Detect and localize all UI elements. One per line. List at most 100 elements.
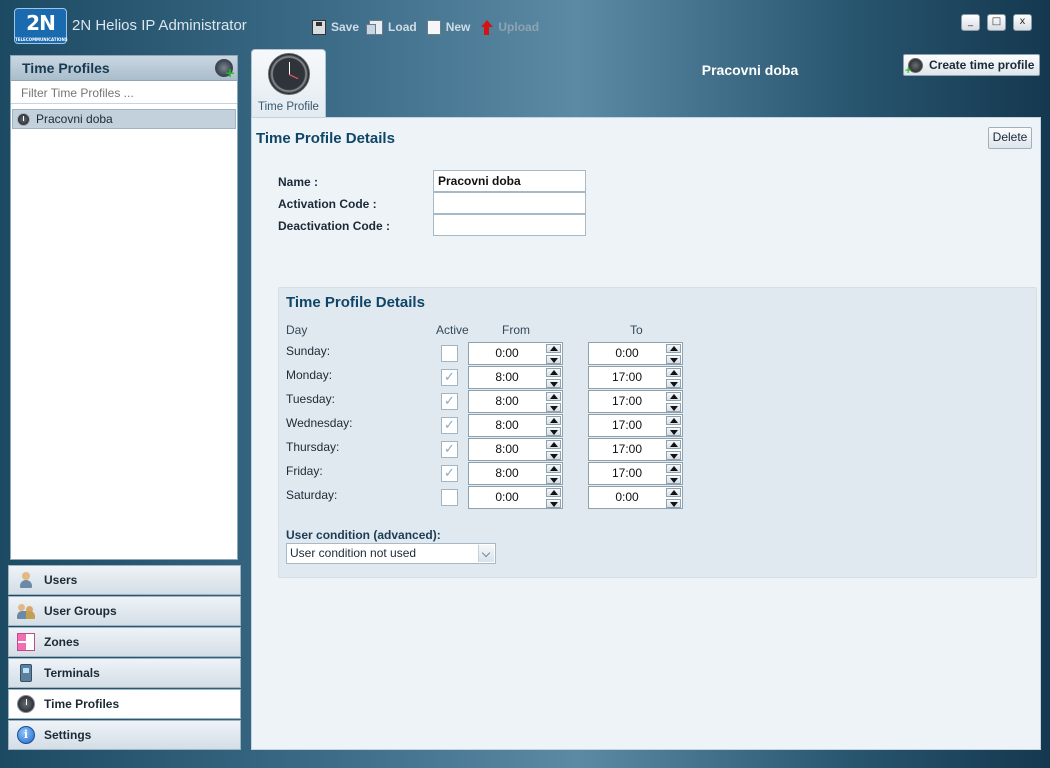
- activation-code-field[interactable]: [433, 192, 586, 214]
- spin-down-icon[interactable]: [666, 379, 681, 388]
- to-time-value: 17:00: [611, 466, 643, 480]
- nav-time-profiles[interactable]: Time Profiles: [8, 689, 241, 719]
- active-checkbox[interactable]: ✓: [441, 441, 458, 458]
- spin-up-icon[interactable]: [666, 368, 681, 377]
- from-time-input[interactable]: 0:00: [468, 342, 563, 365]
- spin-up-icon[interactable]: [546, 368, 561, 377]
- nav-users[interactable]: Users: [8, 565, 241, 595]
- clock-icon: [268, 53, 310, 95]
- spin-down-icon[interactable]: [666, 403, 681, 412]
- save-button[interactable]: Save: [312, 17, 359, 37]
- checkmark-icon: ✓: [444, 394, 455, 409]
- nav-terminals[interactable]: Terminals: [8, 658, 241, 688]
- active-checkbox[interactable]: ✓: [441, 369, 458, 386]
- spin-up-icon[interactable]: [546, 392, 561, 401]
- spin-down-icon[interactable]: [546, 499, 561, 508]
- spin-up-icon[interactable]: [666, 344, 681, 353]
- new-button[interactable]: New: [426, 17, 471, 37]
- spin-up-icon[interactable]: [546, 488, 561, 497]
- day-label: Sunday:: [286, 344, 331, 358]
- deactivation-code-field[interactable]: [433, 214, 586, 236]
- window-controls: _ □ x: [961, 14, 1032, 31]
- minimize-button[interactable]: _: [961, 14, 980, 31]
- from-time-input[interactable]: 8:00: [468, 366, 563, 389]
- to-time-value: 17:00: [611, 418, 643, 432]
- panel-title: Time Profiles: [22, 60, 110, 76]
- new-label: New: [445, 20, 471, 34]
- spin-down-icon[interactable]: [666, 499, 681, 508]
- spin-up-icon[interactable]: [546, 464, 561, 473]
- nav-zones[interactable]: Zones: [8, 627, 241, 657]
- delete-button[interactable]: Delete: [988, 127, 1032, 149]
- terminal-icon: [20, 664, 32, 682]
- spin-down-icon[interactable]: [546, 427, 561, 436]
- tab-label: Time Profile: [258, 101, 319, 113]
- day-label: Tuesday:: [286, 392, 335, 406]
- load-label: Load: [388, 20, 417, 34]
- checkmark-icon: ✓: [444, 466, 455, 481]
- user-group-icon: [17, 602, 35, 620]
- from-time-input[interactable]: 8:00: [468, 438, 563, 461]
- spin-down-icon[interactable]: [546, 379, 561, 388]
- spin-down-icon[interactable]: [666, 475, 681, 484]
- load-button[interactable]: Load: [366, 17, 417, 37]
- spin-down-icon[interactable]: [666, 451, 681, 460]
- to-time-value: 17:00: [611, 370, 643, 384]
- spin-up-icon[interactable]: [546, 440, 561, 449]
- checkmark-icon: ✓: [444, 418, 455, 433]
- active-column-header: Active: [436, 323, 469, 337]
- spin-down-icon[interactable]: [546, 475, 561, 484]
- activation-code-label: Activation Code :: [278, 197, 377, 211]
- from-time-input[interactable]: 8:00: [468, 390, 563, 413]
- spin-down-icon[interactable]: [546, 451, 561, 460]
- from-time-value: 8:00: [495, 370, 519, 384]
- logo-text: 2N: [26, 11, 56, 35]
- from-time-input[interactable]: 8:00: [468, 462, 563, 485]
- filter-input[interactable]: [11, 82, 237, 104]
- app-title: 2N Helios IP Administrator: [72, 17, 247, 34]
- spin-up-icon[interactable]: [666, 440, 681, 449]
- create-time-profile-button[interactable]: Create time profile: [903, 54, 1040, 77]
- checkmark-icon: ✓: [444, 442, 455, 457]
- spin-up-icon[interactable]: [666, 488, 681, 497]
- name-value: Pracovni doba: [438, 174, 521, 188]
- from-time-input[interactable]: 0:00: [468, 486, 563, 509]
- tab-time-profile[interactable]: Time Profile: [251, 49, 326, 117]
- active-checkbox[interactable]: ✓: [441, 393, 458, 410]
- list-item-label: Pracovni doba: [36, 112, 113, 126]
- deactivation-code-label: Deactivation Code :: [278, 219, 391, 233]
- maximize-button[interactable]: □: [987, 14, 1006, 31]
- spin-down-icon[interactable]: [666, 355, 681, 364]
- spin-up-icon[interactable]: [546, 416, 561, 425]
- nav-zones-label: Zones: [44, 635, 80, 649]
- spin-down-icon[interactable]: [546, 403, 561, 412]
- active-checkbox[interactable]: [441, 489, 458, 506]
- from-time-input[interactable]: 8:00: [468, 414, 563, 437]
- spin-up-icon[interactable]: [666, 464, 681, 473]
- spin-up-icon[interactable]: [546, 344, 561, 353]
- spin-down-icon[interactable]: [546, 355, 561, 364]
- add-time-profile-icon[interactable]: [215, 59, 235, 80]
- nav-user-groups[interactable]: User Groups: [8, 596, 241, 626]
- name-field[interactable]: Pracovni doba: [433, 170, 586, 192]
- user-condition-select[interactable]: User condition not used: [286, 543, 496, 564]
- user-condition-value: User condition not used: [290, 546, 417, 560]
- list-item[interactable]: Pracovni doba: [12, 109, 236, 129]
- spin-up-icon[interactable]: [666, 416, 681, 425]
- nav-settings[interactable]: i Settings: [8, 720, 241, 750]
- save-label: Save: [331, 20, 360, 34]
- to-time-input[interactable]: 17:00: [588, 390, 683, 413]
- spin-up-icon[interactable]: [666, 392, 681, 401]
- to-time-input[interactable]: 17:00: [588, 366, 683, 389]
- active-checkbox[interactable]: ✓: [441, 417, 458, 434]
- to-time-input[interactable]: 0:00: [588, 342, 683, 365]
- to-time-input[interactable]: 0:00: [588, 486, 683, 509]
- active-checkbox[interactable]: [441, 345, 458, 362]
- close-button[interactable]: x: [1013, 14, 1032, 31]
- to-time-input[interactable]: 17:00: [588, 438, 683, 461]
- active-checkbox[interactable]: ✓: [441, 465, 458, 482]
- to-time-input[interactable]: 17:00: [588, 462, 683, 485]
- spin-down-icon[interactable]: [666, 427, 681, 436]
- to-time-input[interactable]: 17:00: [588, 414, 683, 437]
- upload-button[interactable]: Upload: [480, 17, 539, 37]
